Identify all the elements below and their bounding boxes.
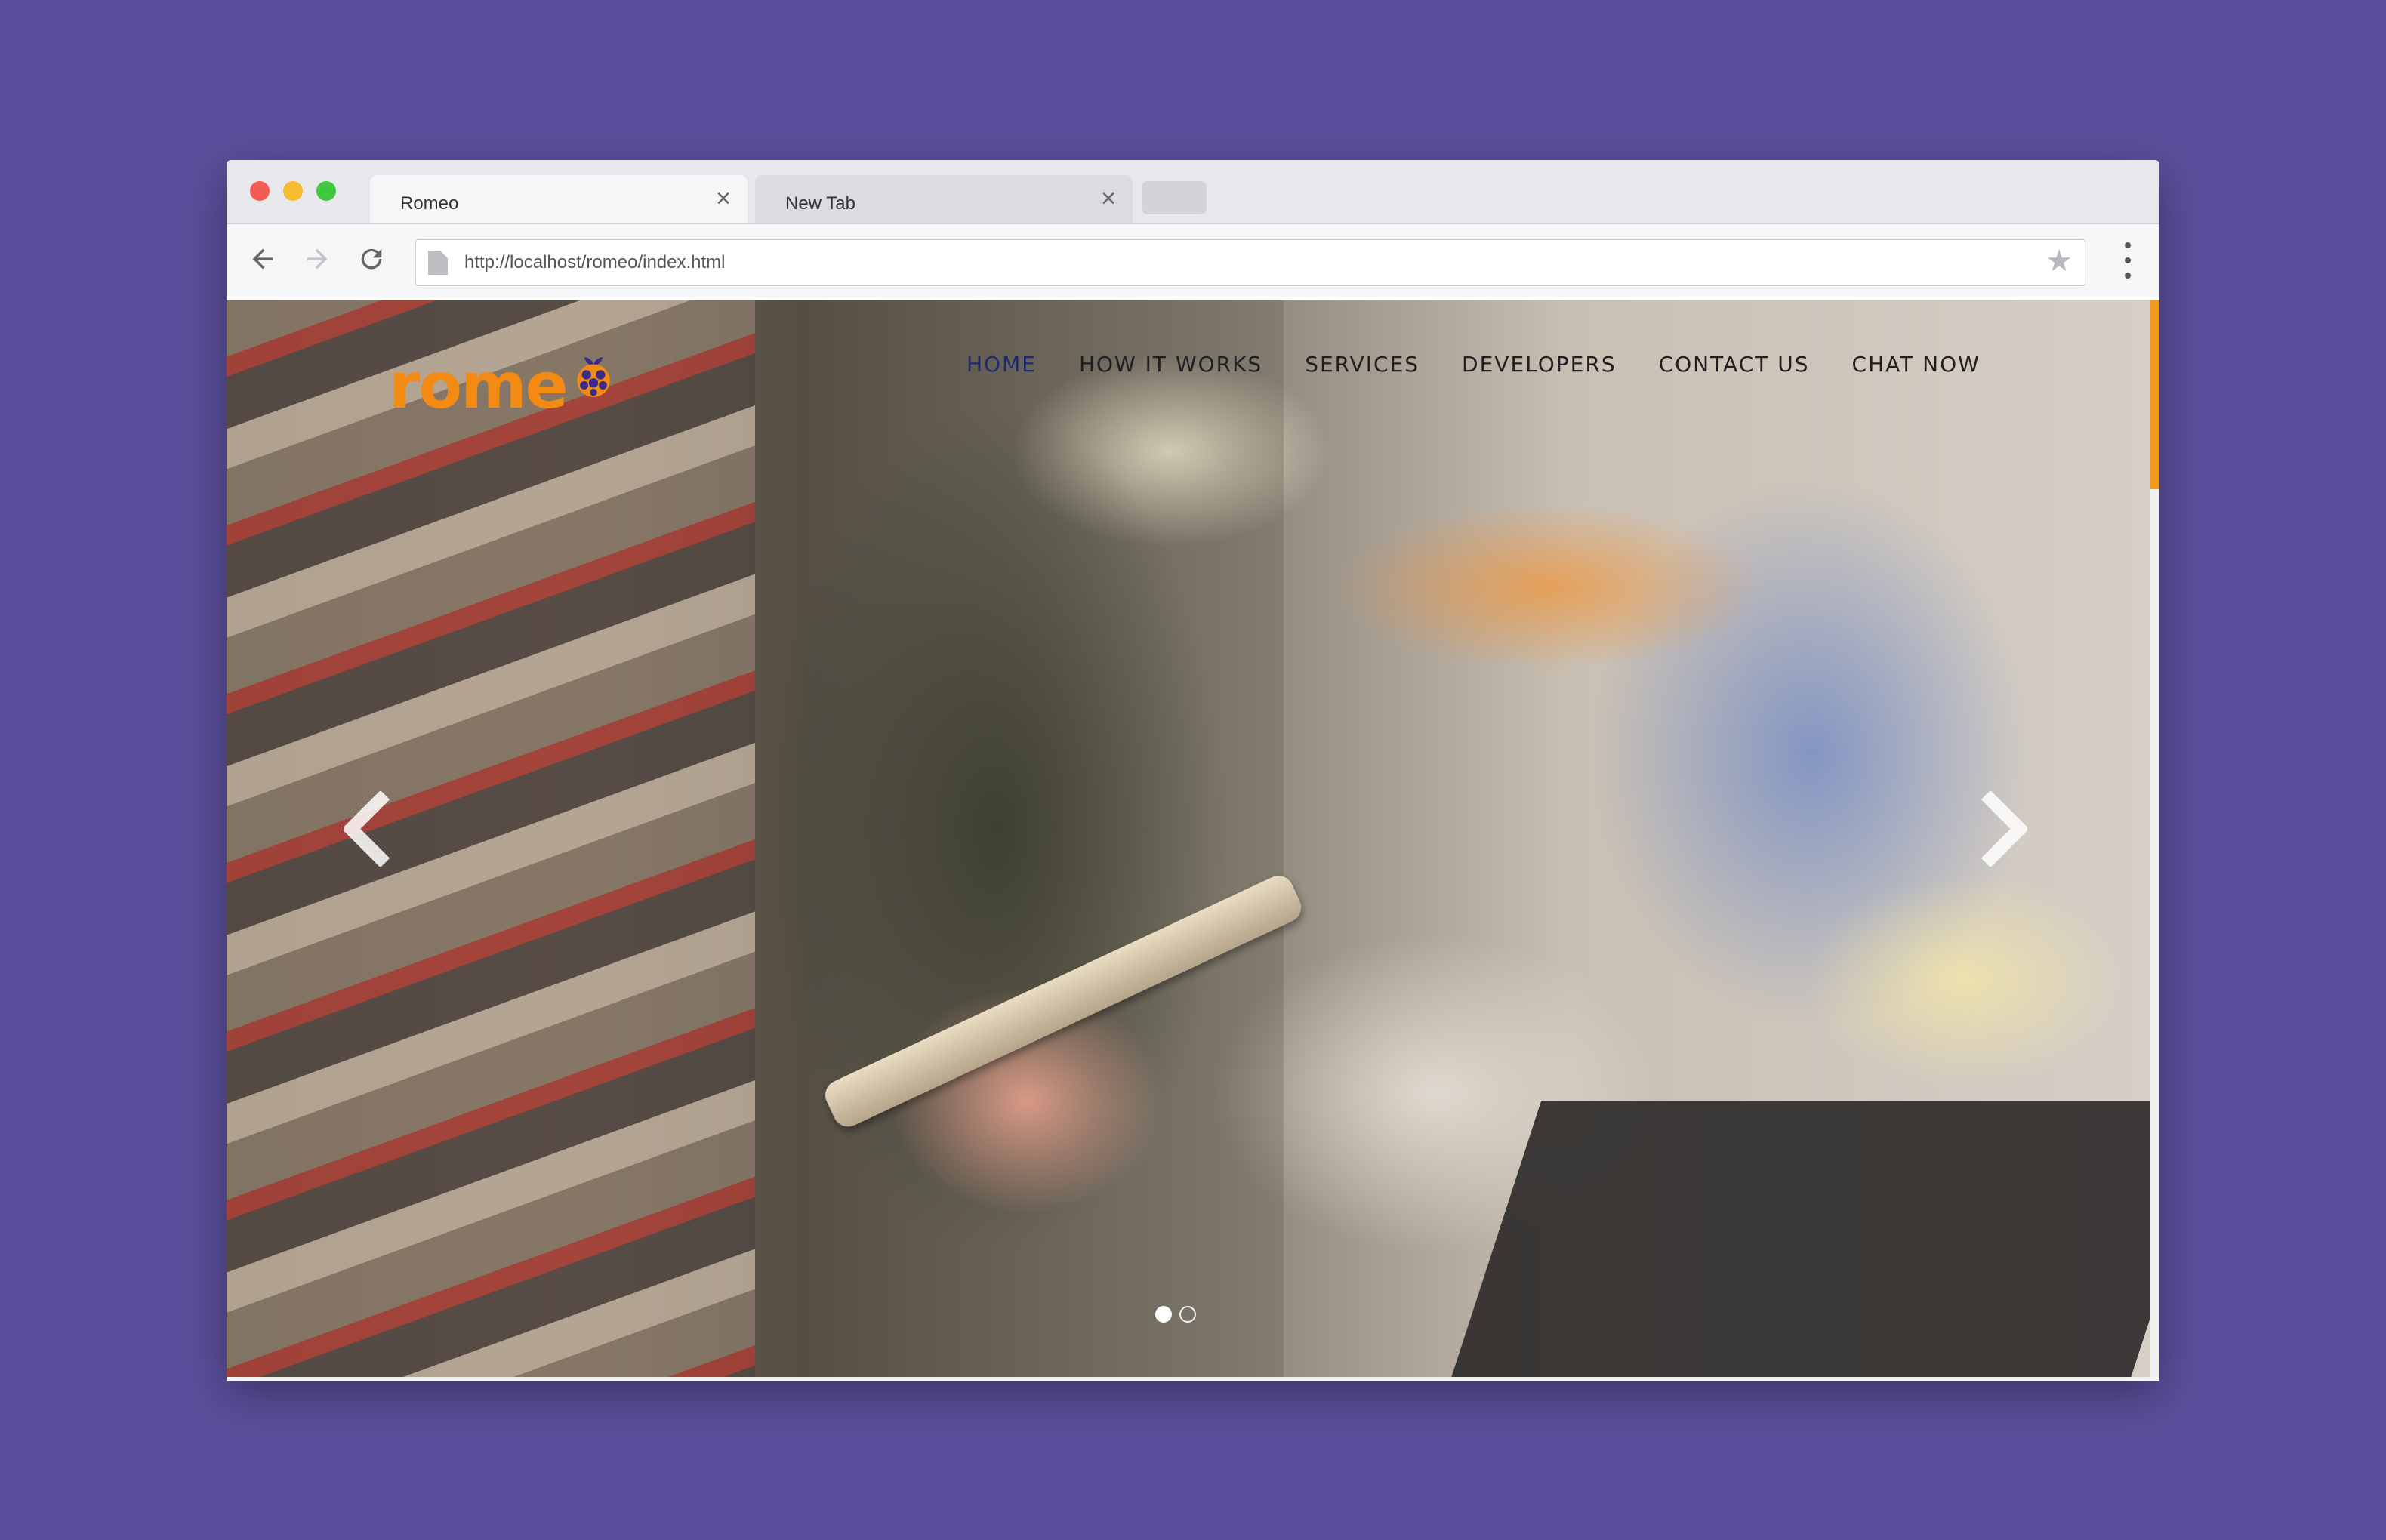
hero-carousel: rome HOME HOW IT WORKS SERVICES DEVELOPE… [227, 300, 2150, 1377]
tab-title: New Tab [785, 193, 855, 214]
page-scrollbar[interactable] [2150, 300, 2159, 1377]
scrollbar-thumb[interactable] [2150, 300, 2159, 489]
close-tab-icon[interactable]: × [716, 186, 731, 211]
nav-chat-now[interactable]: CHAT NOW [1852, 352, 1981, 377]
chevron-right-icon [1981, 791, 2027, 867]
minimize-window-button[interactable] [283, 181, 303, 201]
reload-button[interactable] [350, 238, 393, 280]
nav-developers[interactable]: DEVELOPERS [1462, 352, 1617, 377]
hero-image-bag [1418, 1101, 2150, 1377]
carousel-indicators [1155, 1306, 1204, 1323]
new-tab-button[interactable] [1142, 181, 1207, 214]
carousel-indicator[interactable] [1179, 1306, 1196, 1323]
reload-icon [361, 248, 382, 270]
arrow-left-icon [252, 248, 273, 270]
arrow-right-icon [307, 248, 328, 270]
tab-romeo[interactable]: Romeo × [370, 175, 748, 223]
page-icon [428, 251, 448, 275]
browser-window: Romeo × New Tab × http://localhost/romeo… [227, 160, 2159, 1381]
url-text[interactable]: http://localhost/romeo/index.html [464, 252, 726, 273]
window-bottom-edge [227, 1377, 2159, 1381]
nav-home[interactable]: HOME [966, 352, 1037, 377]
forward-button[interactable] [296, 238, 338, 280]
carousel-prev-button[interactable] [340, 784, 400, 874]
close-window-button[interactable] [250, 181, 270, 201]
carousel-indicator[interactable] [1155, 1306, 1172, 1323]
raspberry-icon [576, 357, 610, 397]
maximize-window-button[interactable] [316, 181, 336, 201]
site-logo[interactable]: rome [389, 342, 617, 417]
browser-titlebar: Romeo × New Tab × [227, 160, 2159, 224]
tab-new-tab[interactable]: New Tab × [755, 175, 1133, 223]
hero-image-scarf [227, 300, 755, 1377]
kebab-menu-icon[interactable] [2120, 242, 2135, 279]
back-button[interactable] [242, 238, 284, 280]
logo-text: rome [389, 349, 569, 423]
carousel-next-button[interactable] [1971, 784, 2031, 874]
tab-title: Romeo [400, 193, 459, 214]
star-icon[interactable]: ★ [2045, 246, 2073, 276]
nav-how-it-works[interactable]: HOW IT WORKS [1079, 352, 1262, 377]
chevron-left-icon [344, 791, 390, 867]
nav-services[interactable]: SERVICES [1305, 352, 1420, 377]
browser-toolbar: http://localhost/romeo/index.html ★ [227, 224, 2159, 297]
site-navigation: HOME HOW IT WORKS SERVICES DEVELOPERS CO… [966, 352, 2023, 377]
nav-contact-us[interactable]: CONTACT US [1659, 352, 1810, 377]
close-tab-icon[interactable]: × [1101, 186, 1116, 211]
address-bar[interactable]: http://localhost/romeo/index.html ★ [415, 239, 2085, 286]
